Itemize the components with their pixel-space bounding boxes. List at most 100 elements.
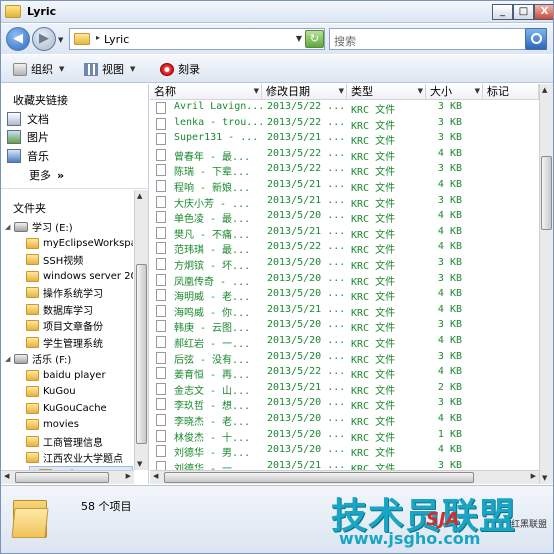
file-icon bbox=[156, 320, 166, 333]
expand-icon[interactable]: ◢ bbox=[5, 223, 14, 231]
favorite-music[interactable]: 音乐 bbox=[7, 148, 49, 164]
file-size: 4 KB bbox=[437, 444, 462, 456]
file-row[interactable]: 李玖哲 - 想... 2013/5/20 ... KRC 文件 3 KB bbox=[150, 396, 539, 412]
tree-drive-item[interactable]: ◢ 学习 (E:) bbox=[5, 218, 133, 235]
file-row[interactable]: lenka - trou... 2013/5/22 ... KRC 文件 3 KB bbox=[150, 116, 539, 132]
file-size: 4 KB bbox=[437, 210, 462, 222]
file-row[interactable]: 陈瑞 - 下辈... 2013/5/22 ... KRC 文件 3 KB bbox=[150, 162, 539, 178]
chevron-down-icon[interactable]: ▼ bbox=[418, 84, 423, 99]
scroll-right-icon[interactable]: ▶ bbox=[531, 472, 536, 480]
tree-item-label: 活乐 (F:) bbox=[32, 355, 72, 366]
tree-folder-item[interactable]: KuGouCache bbox=[17, 400, 133, 417]
scroll-right-icon[interactable]: ▶ bbox=[126, 472, 131, 480]
scroll-thumb[interactable] bbox=[136, 264, 147, 444]
column-type[interactable]: 类型 ▼ bbox=[347, 84, 426, 100]
file-row[interactable]: 后弦 - 没有... 2013/5/20 ... KRC 文件 3 KB bbox=[150, 350, 539, 366]
file-list-scrollbar[interactable]: ▲ ▼ bbox=[539, 84, 553, 484]
file-row[interactable]: 海鸣威 - 你... 2013/5/21 ... KRC 文件 4 KB bbox=[150, 303, 539, 319]
more-link[interactable]: 更多 » bbox=[29, 167, 64, 183]
view-button[interactable]: 视图 ▼ bbox=[84, 61, 135, 77]
tree-folder-item[interactable]: 学生管理系统 bbox=[17, 334, 133, 351]
chevron-down-icon[interactable]: ▼ bbox=[254, 84, 259, 99]
column-size[interactable]: 大小 ▼ bbox=[426, 84, 483, 100]
tree-drive-item[interactable]: ◢ 活乐 (F:) bbox=[5, 350, 133, 367]
tree-folder-item[interactable]: 数据库学习 bbox=[17, 301, 133, 318]
close-button[interactable]: X bbox=[534, 4, 553, 20]
chevron-down-icon[interactable]: ▼ bbox=[339, 84, 344, 99]
tree-folder-item[interactable]: 工商管理信息 bbox=[17, 433, 133, 450]
file-row[interactable]: 姜育恒 - 再... 2013/5/22 ... KRC 文件 4 KB bbox=[150, 365, 539, 381]
scroll-down-icon[interactable]: ▼ bbox=[137, 460, 142, 468]
view-label: 视图 bbox=[102, 63, 124, 76]
file-row[interactable]: 林俊杰 - 十... 2013/5/20 ... KRC 文件 1 KB bbox=[150, 428, 539, 444]
file-date: 2013/5/20 ... bbox=[267, 397, 346, 409]
organize-label: 组织 bbox=[31, 63, 53, 76]
folder-tree-hscrollbar[interactable]: ◀ ▶ bbox=[1, 470, 134, 484]
folders-header[interactable]: 文件夹 ⌃ bbox=[13, 199, 143, 216]
file-row[interactable]: 曾春年 - 最... 2013/5/22 ... KRC 文件 4 KB bbox=[150, 147, 539, 163]
file-row[interactable]: 郝红岩 - 一... 2013/5/20 ... KRC 文件 4 KB bbox=[150, 334, 539, 350]
recent-pages-chevron-icon[interactable]: ▼ bbox=[58, 36, 63, 44]
file-date: 2013/5/21 ... bbox=[267, 381, 346, 393]
forward-button[interactable]: ▶ bbox=[32, 27, 56, 51]
search-input[interactable]: 搜索 bbox=[329, 28, 547, 50]
expand-icon[interactable]: ◢ bbox=[5, 355, 14, 363]
back-button[interactable]: ◀ bbox=[6, 27, 30, 51]
organize-button[interactable]: 组织 ▼ bbox=[13, 61, 64, 77]
tree-folder-item[interactable]: baidu player bbox=[17, 367, 133, 384]
file-icon bbox=[156, 273, 166, 286]
address-dropdown-icon[interactable]: ▼ bbox=[296, 34, 302, 43]
column-name[interactable]: 名称 ▼ bbox=[150, 84, 262, 100]
file-row[interactable]: 凤凰传奇 - ... 2013/5/20 ... KRC 文件 3 KB bbox=[150, 272, 539, 288]
file-size: 4 KB bbox=[437, 179, 462, 190]
file-row[interactable]: 海明威 - 老... 2013/5/20 ... KRC 文件 4 KB bbox=[150, 287, 539, 303]
file-list-hscrollbar[interactable]: ◀ ▶ bbox=[150, 470, 539, 484]
tree-folder-item[interactable]: 江西农业大学题点 bbox=[17, 449, 133, 466]
scroll-left-icon[interactable]: ◀ bbox=[4, 472, 9, 480]
tree-folder-item[interactable]: 操作系统学习 bbox=[17, 284, 133, 301]
chevron-down-icon[interactable]: ▼ bbox=[475, 84, 480, 99]
file-size: 1 KB bbox=[437, 428, 462, 440]
folder-tree-scrollbar[interactable]: ▲ ▼ bbox=[134, 190, 148, 470]
file-row[interactable]: 程响 - 新娘... 2013/5/21 ... KRC 文件 4 KB bbox=[150, 178, 539, 194]
burn-button[interactable]: 刻录 bbox=[160, 61, 200, 77]
folder-icon bbox=[26, 320, 39, 331]
file-row[interactable]: 大庆小芳 - ... 2013/5/21 ... KRC 文件 3 KB bbox=[150, 194, 539, 210]
breadcrumb-arrow-icon[interactable]: ▸ bbox=[96, 33, 100, 42]
favorite-documents[interactable]: 文档 bbox=[7, 111, 49, 127]
tree-folder-item[interactable]: SSH视频 bbox=[17, 251, 133, 268]
scroll-up-icon[interactable]: ▲ bbox=[137, 192, 142, 200]
tree-folder-item[interactable]: myEclipseWorkspace bbox=[17, 235, 133, 252]
scroll-thumb[interactable] bbox=[541, 156, 552, 230]
column-tags[interactable]: 标记 bbox=[483, 84, 539, 100]
refresh-button[interactable]: ↻ bbox=[305, 30, 324, 48]
file-size: 4 KB bbox=[437, 147, 462, 159]
maximize-button[interactable]: □ bbox=[513, 4, 534, 20]
pictures-icon bbox=[7, 130, 21, 144]
address-bar[interactable]: ▸ Lyric ▼ bbox=[69, 28, 325, 50]
file-row[interactable]: 范玮琪 - 最... 2013/5/22 ... KRC 文件 4 KB bbox=[150, 240, 539, 256]
file-row[interactable]: Avril Lavign... 2013/5/22 ... KRC 文件 3 KB bbox=[150, 100, 539, 116]
file-row[interactable]: 单色凌 - 最... 2013/5/20 ... KRC 文件 4 KB bbox=[150, 209, 539, 225]
scroll-thumb[interactable] bbox=[164, 472, 474, 483]
favorite-pictures[interactable]: 图片 bbox=[7, 129, 49, 145]
scroll-thumb[interactable] bbox=[15, 472, 109, 483]
tree-folder-item[interactable]: movies bbox=[17, 416, 133, 433]
column-date[interactable]: 修改日期 ▼ bbox=[262, 84, 347, 100]
tree-folder-item[interactable]: windows server 2003 bbox=[17, 268, 133, 285]
scroll-up-icon[interactable]: ▲ bbox=[542, 86, 547, 94]
breadcrumb-lyric[interactable]: Lyric bbox=[104, 33, 129, 46]
file-row[interactable]: 金志文 - 山... 2013/5/21 ... KRC 文件 2 KB bbox=[150, 381, 539, 397]
minimize-button[interactable]: _ bbox=[492, 4, 513, 20]
file-row[interactable]: 方炯镔 - 坏... 2013/5/20 ... KRC 文件 3 KB bbox=[150, 256, 539, 272]
file-row[interactable]: 韩庚 - 云图... 2013/5/20 ... KRC 文件 3 KB bbox=[150, 318, 539, 334]
file-row[interactable]: 刘德华 - 男... 2013/5/20 ... KRC 文件 4 KB bbox=[150, 443, 539, 459]
tree-folder-item[interactable]: KuGou bbox=[17, 383, 133, 400]
file-row[interactable]: 李晓杰 - 老... 2013/5/20 ... KRC 文件 4 KB bbox=[150, 412, 539, 428]
search-icon[interactable] bbox=[525, 28, 547, 50]
file-row[interactable]: 樊凡 - 不痛... 2013/5/21 ... KRC 文件 4 KB bbox=[150, 225, 539, 241]
scroll-left-icon[interactable]: ◀ bbox=[153, 472, 158, 480]
file-row[interactable]: Super131 - ... 2013/5/21 ... KRC 文件 3 KB bbox=[150, 131, 539, 147]
scroll-down-icon[interactable]: ▼ bbox=[542, 474, 547, 482]
tree-folder-item[interactable]: 项目文章备份 bbox=[17, 317, 133, 334]
